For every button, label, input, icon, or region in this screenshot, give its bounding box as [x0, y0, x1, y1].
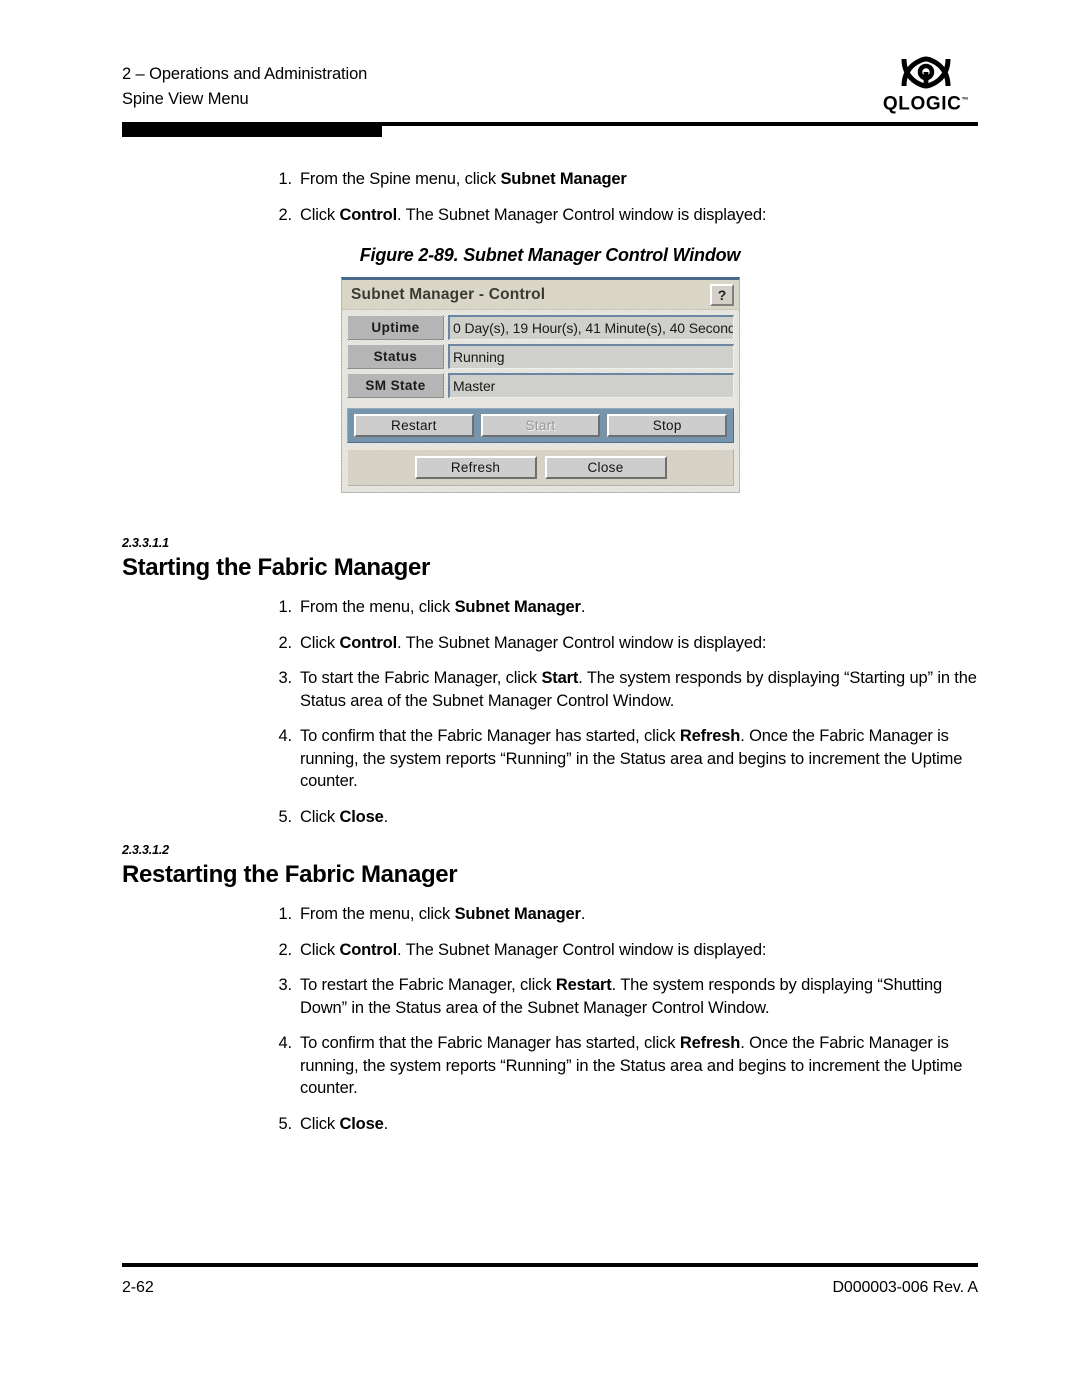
qlogic-trademark: ™ — [961, 97, 970, 104]
step-number: 5. — [278, 1114, 293, 1133]
dialog-action-button-strip: Restart Start Stop — [347, 408, 734, 443]
field-label: Uptime — [347, 315, 444, 340]
dialog-field-area: Uptime 0 Day(s), 19 Hour(s), 41 Minute(s)… — [342, 310, 739, 404]
field-value: Master — [448, 373, 734, 398]
header-chapter-line: 2 – Operations and Administration — [122, 65, 368, 83]
step-text: Click Control. The Subnet Manager Contro… — [300, 205, 767, 224]
start-button: Start — [480, 414, 601, 437]
step-number: 2. — [278, 633, 293, 652]
numbered-step: 2. Click Control. The Subnet Manager Cont… — [262, 939, 978, 962]
step-text: Click Control. The Subnet Manager Contro… — [300, 940, 767, 959]
field-label: SM State — [347, 373, 444, 398]
numbered-step: 2. Click Control. The Subnet Manager Cont… — [262, 204, 978, 227]
footer-rule — [122, 1263, 978, 1267]
dialog-field-row: Uptime 0 Day(s), 19 Hour(s), 41 Minute(s)… — [347, 315, 734, 340]
step-number: 1. — [278, 170, 293, 188]
field-value: 0 Day(s), 19 Hour(s), 41 Minute(s), 40 S… — [448, 315, 734, 340]
dialog-field-row: SM State Master — [347, 373, 734, 398]
step-number: 1. — [278, 598, 293, 616]
numbered-step: 5. Click Close. — [262, 806, 978, 829]
step-number: 2. — [278, 205, 293, 224]
qlogic-wordmark-text: QLOGIC — [882, 93, 962, 115]
step-text: To start the Fabric Manager, click Start… — [300, 669, 977, 710]
close-button[interactable]: Close — [544, 456, 667, 479]
dialog-field-row: Status Running — [347, 344, 734, 369]
step-number: 5. — [278, 807, 293, 826]
step-text: Click Close. — [300, 1114, 389, 1133]
refresh-button[interactable]: Refresh — [414, 456, 537, 479]
numbered-step: 3. To start the Fabric Manager, click Sta… — [262, 667, 978, 712]
section-number: 2.3.3.1.1 — [122, 536, 169, 550]
subnet-manager-control-window: Subnet Manager - Control ? Uptime 0 Day(s… — [341, 277, 740, 493]
numbered-step: 1. From the menu, click Subnet Manager. — [262, 903, 978, 926]
field-label: Status — [347, 344, 444, 369]
header-rule-black-block — [122, 122, 382, 137]
figure-caption: Figure 2-89. Subnet Manager Control Wind… — [359, 245, 741, 265]
step-text: To confirm that the Fabric Manager has s… — [300, 1034, 963, 1097]
stop-button[interactable]: Stop — [607, 414, 728, 437]
intro-steps-block: 1. From the Spine menu, click Subnet Mana… — [122, 168, 978, 239]
qlogic-wordmark: QLOGIC™ — [874, 91, 978, 114]
section-starting-fabric-manager: 2.3.3.1.1 Starting the Fabric Manager 1.… — [122, 536, 978, 841]
numbered-step: 2. Click Control. The Subnet Manager Cont… — [262, 632, 978, 655]
step-number: 3. — [278, 669, 293, 687]
section-number: 2.3.3.1.2 — [122, 843, 169, 857]
step-number: 4. — [278, 727, 293, 745]
footer-page-number: 2-62 — [122, 1279, 154, 1296]
step-text: To restart the Fabric Manager, click Res… — [300, 976, 943, 1017]
numbered-step: 5. Click Close. — [262, 1113, 978, 1136]
step-number: 4. — [278, 1034, 293, 1052]
step-text: From the menu, click Subnet Manager. — [300, 598, 586, 616]
numbered-step: 4. To confirm that the Fabric Manager has… — [262, 725, 978, 793]
step-text: From the Spine menu, click Subnet Manage… — [300, 170, 627, 188]
dialog-title: Subnet Manager - Control — [351, 285, 546, 303]
step-text: Click Close. — [300, 807, 389, 826]
step-number: 2. — [278, 940, 293, 959]
numbered-step: 3. To restart the Fabric Manager, click R… — [262, 974, 978, 1019]
section-title: Restarting the Fabric Manager — [122, 861, 458, 888]
footer-document-id: D000003-006 Rev. A — [832, 1279, 978, 1296]
step-number: 3. — [278, 976, 293, 994]
header-rule — [122, 122, 978, 140]
dialog-bottom-button-strip: Refresh Close — [347, 449, 734, 486]
restart-button[interactable]: Restart — [354, 414, 474, 437]
dialog-titlebar: Subnet Manager - Control ? — [342, 280, 739, 310]
numbered-step: 4. To confirm that the Fabric Manager has… — [262, 1032, 978, 1100]
step-text: From the menu, click Subnet Manager. — [300, 905, 586, 923]
numbered-step: 1. From the Spine menu, click Subnet Mana… — [262, 168, 978, 191]
field-value: Running — [448, 344, 734, 369]
qlogic-symbol-icon — [901, 56, 951, 89]
step-text: Click Control. The Subnet Manager Contro… — [300, 633, 767, 652]
section-step-list: 1. From the menu, click Subnet Manager. 2.… — [262, 596, 978, 828]
intro-step-list: 1. From the Spine menu, click Subnet Mana… — [262, 168, 978, 226]
step-text: To confirm that the Fabric Manager has s… — [300, 727, 963, 790]
numbered-step: 1. From the menu, click Subnet Manager. — [262, 596, 978, 619]
section-step-list: 1. From the menu, click Subnet Manager. 2.… — [262, 903, 978, 1135]
section-title: Starting the Fabric Manager — [122, 554, 430, 581]
step-number: 1. — [278, 905, 293, 923]
section-restarting-fabric-manager: 2.3.3.1.2 Restarting the Fabric Manager … — [122, 843, 978, 1148]
page-footer: 2-62 D000003-006 Rev. A — [122, 1279, 978, 1297]
header-section-line: Spine View Menu — [122, 90, 249, 108]
help-button[interactable]: ? — [710, 283, 734, 306]
qlogic-logo: QLOGIC™ — [874, 56, 978, 114]
